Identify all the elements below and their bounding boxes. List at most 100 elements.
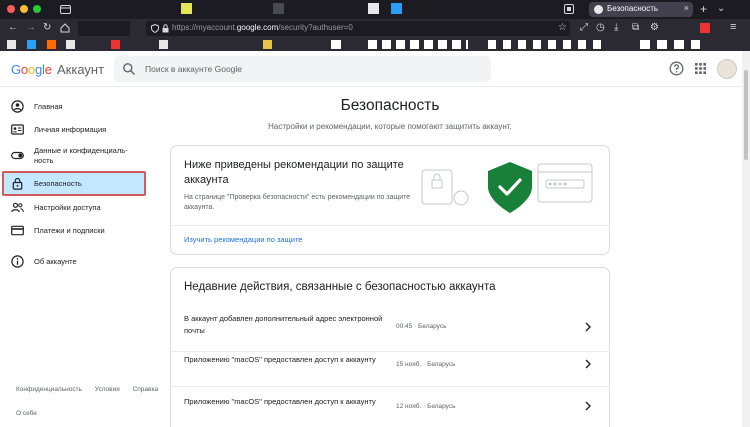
chevron-down-icon[interactable]: ⌄ xyxy=(717,4,725,14)
logo-letter: o xyxy=(20,62,28,77)
lock-icon xyxy=(12,177,23,190)
bookmark-item[interactable] xyxy=(263,40,272,49)
person-circle-icon xyxy=(11,100,24,113)
bookmark-item[interactable] xyxy=(47,40,56,49)
activity-text: Приложению "macOS" предоставлен доступ к… xyxy=(184,355,376,364)
sidebar-item-label-line2: ность xyxy=(34,156,54,165)
bookmark-item[interactable] xyxy=(7,40,16,49)
extension-icon[interactable] xyxy=(700,23,710,33)
scrollbar-thumb[interactable] xyxy=(744,70,748,160)
lock-icon xyxy=(564,4,574,14)
logo-letter: o xyxy=(27,62,35,77)
people-icon xyxy=(11,202,24,213)
recommendations-title: Ниже приведены рекомендации по защите ак… xyxy=(184,159,404,186)
sidebar-item-personal-info[interactable]: Личная информация xyxy=(0,123,148,137)
sidebar-item-security[interactable]: Безопасность xyxy=(0,177,148,191)
security-shield-illustration-icon xyxy=(421,162,593,213)
url-suffix: /security?authuser=0 xyxy=(278,23,353,32)
close-tab-icon[interactable]: × xyxy=(684,3,689,13)
terms-link[interactable]: Условия xyxy=(95,386,120,393)
apps-grid-icon[interactable] xyxy=(695,63,706,74)
bookmark-item[interactable] xyxy=(640,40,700,49)
google-logo[interactable]: Google xyxy=(11,62,52,77)
new-tab-icon[interactable]: + xyxy=(700,3,707,15)
logo-letter: e xyxy=(44,62,52,77)
sidebar-item-label: Настройки доступа xyxy=(34,203,101,212)
row-divider xyxy=(171,386,609,387)
google-favicon-icon xyxy=(594,5,603,14)
bookmark-item[interactable] xyxy=(331,40,341,49)
sidebar-item-about[interactable]: Об аккаунте xyxy=(0,255,148,269)
pinned-tab[interactable] xyxy=(391,3,402,14)
sidebar-item-payments[interactable]: Платежи и подписки xyxy=(0,224,148,238)
padlock-icon[interactable] xyxy=(162,24,169,33)
url-text[interactable]: https://myaccount.google.com/security?au… xyxy=(172,23,353,32)
sidebar-item-data-privacy[interactable]: Данные и конфиденциаль- ность xyxy=(0,146,148,170)
bookmark-item[interactable] xyxy=(66,40,75,49)
toggle-icon xyxy=(11,151,24,160)
sidebar-item-sharing[interactable]: Настройки доступа xyxy=(0,201,148,215)
pinned-tab[interactable] xyxy=(273,3,284,14)
home-icon[interactable] xyxy=(60,23,70,33)
url-prefix: https://myaccount. xyxy=(172,23,237,32)
bookmark-star-icon[interactable]: ☆ xyxy=(558,23,567,33)
reload-icon[interactable]: ↻ xyxy=(43,23,51,33)
recommendations-card: Ниже приведены рекомендации по защите ак… xyxy=(170,145,610,255)
extensions-icon[interactable]: ⧉ xyxy=(632,23,639,33)
settings-gear-icon[interactable]: ⚙ xyxy=(650,23,659,33)
about-link[interactable]: О себе xyxy=(16,410,37,417)
activity-meta: 00:45 · Беларусь xyxy=(396,323,447,330)
google-header: Google Аккаунт Поиск в аккаунте Google xyxy=(0,51,742,87)
account-page: Google Аккаунт Поиск в аккаунте Google Г… xyxy=(0,51,742,427)
toolbar-extension[interactable] xyxy=(78,21,130,36)
download-icon[interactable]: ⤓ xyxy=(614,23,618,33)
page-subtitle: Настройки и рекомендации, которые помога… xyxy=(268,122,512,131)
recent-activity-title: Недавние действия, связанные с безопасно… xyxy=(184,281,496,293)
activity-row[interactable]: Приложению "macOS" предоставлен доступ к… xyxy=(171,352,609,394)
sidebar-item-label: Данные и конфиденциаль- xyxy=(34,146,128,155)
expand-icon[interactable]: ⤢ xyxy=(580,23,588,33)
avatar[interactable] xyxy=(717,59,737,79)
recent-activity-card: Недавние действия, связанные с безопасно… xyxy=(170,267,610,427)
review-recommendations-link[interactable]: Изучить рекомендации по защите xyxy=(184,235,302,244)
activity-row[interactable]: Приложению "macOS" предоставлен доступ к… xyxy=(171,394,609,427)
chevron-right-icon xyxy=(585,401,591,411)
pinned-tab[interactable] xyxy=(181,3,192,14)
info-icon xyxy=(11,255,24,268)
bookmark-item[interactable] xyxy=(159,40,168,49)
bookmark-item[interactable] xyxy=(368,40,468,49)
page-title: Безопасность xyxy=(340,97,440,114)
footer-links: Конфиденциальность Условия Справка xyxy=(16,386,169,393)
minimize-window-button[interactable] xyxy=(20,5,28,13)
product-name: Аккаунт xyxy=(57,62,105,77)
back-arrow-icon[interactable]: ← xyxy=(8,23,18,33)
close-window-button[interactable] xyxy=(7,5,15,13)
privacy-link[interactable]: Конфиденциальность xyxy=(16,386,82,393)
tab-security[interactable]: Безопасность × xyxy=(589,2,693,17)
menu-icon[interactable]: ≡ xyxy=(730,22,736,33)
maximize-window-button[interactable] xyxy=(33,5,41,13)
bookmark-item[interactable] xyxy=(111,40,120,49)
pinned-tab[interactable] xyxy=(368,3,379,14)
recommendations-text: На странице "Проверка безопасности" есть… xyxy=(184,194,411,211)
bookmark-item[interactable] xyxy=(488,40,608,49)
help-link[interactable]: Справка xyxy=(133,386,159,393)
sidebar-item-label: Личная информация xyxy=(34,125,107,134)
card-divider xyxy=(171,225,609,226)
tab-overview-icon[interactable] xyxy=(60,4,71,14)
search-input[interactable]: Поиск в аккаунте Google xyxy=(114,56,491,82)
browser-tab-bar: Безопасность × + ⌄ xyxy=(0,0,750,19)
activity-text: Приложению "macOS" предоставлен доступ к… xyxy=(184,397,376,406)
forward-arrow-icon[interactable]: → xyxy=(26,23,36,33)
activity-row[interactable]: В аккаунт добавлен дополнительный адрес … xyxy=(171,310,609,352)
sidebar-item-home[interactable]: Главная xyxy=(0,100,148,114)
sidebar-item-label: Безопасность xyxy=(34,179,82,188)
sidebar-item-label: Об аккаунте xyxy=(34,257,77,266)
shield-icon[interactable] xyxy=(151,24,159,33)
sidebar-item-label: Главная xyxy=(34,102,63,111)
url-domain: google.com xyxy=(236,23,279,32)
history-icon[interactable]: ◷ xyxy=(596,23,605,33)
search-placeholder: Поиск в аккаунте Google xyxy=(145,64,243,74)
help-icon[interactable] xyxy=(669,61,684,76)
bookmark-item[interactable] xyxy=(27,40,36,49)
